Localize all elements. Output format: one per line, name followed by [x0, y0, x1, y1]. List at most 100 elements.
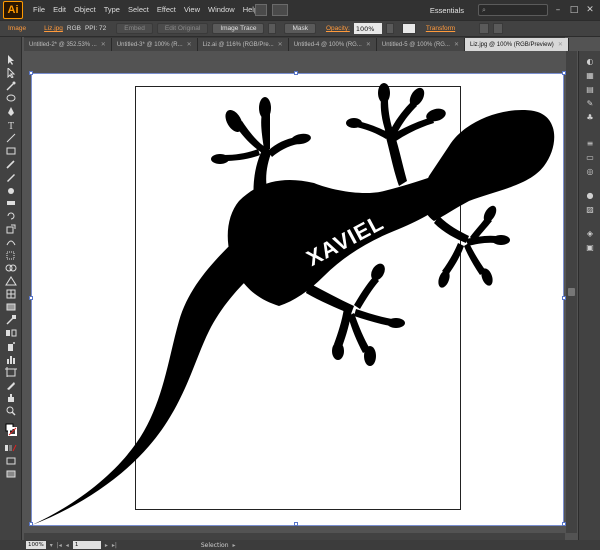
paintbrush-tool-icon[interactable]	[5, 159, 17, 169]
minimize-icon[interactable]: –	[552, 4, 564, 16]
menu-window[interactable]: Window	[204, 0, 239, 20]
search-input[interactable]: ⌕	[478, 4, 548, 16]
stroke-icon[interactable]: ≡	[585, 139, 595, 148]
workspace-switcher[interactable]: Essentials	[420, 6, 474, 15]
free-transform-tool-icon[interactable]	[5, 250, 17, 260]
blob-brush-tool-icon[interactable]	[5, 185, 17, 195]
menu-type[interactable]: Type	[100, 0, 124, 20]
embed-button[interactable]: Embed	[116, 23, 153, 34]
column-graph-tool-icon[interactable]	[5, 354, 17, 364]
blend-tool-icon[interactable]	[5, 328, 17, 338]
gecko-artwork[interactable]: XAVIEL	[24, 51, 565, 533]
close-tab-icon[interactable]: ✕	[101, 41, 106, 48]
graphic-styles-icon[interactable]: ▨	[585, 205, 595, 214]
hand-tool-icon[interactable]	[5, 393, 17, 403]
menu-object[interactable]: Object	[70, 0, 100, 20]
tab-liz-jpg[interactable]: Liz.jpg @ 100% (RGB/Preview) ✕	[465, 38, 569, 51]
pencil-tool-icon[interactable]	[5, 172, 17, 182]
opacity-field[interactable]: 100%	[353, 23, 382, 34]
close-tab-icon[interactable]: ✕	[454, 41, 459, 48]
menu-effect[interactable]: Effect	[153, 0, 180, 20]
style-swatch[interactable]	[401, 23, 416, 34]
maximize-icon[interactable]: □	[568, 4, 580, 16]
image-trace-button[interactable]: Image Trace	[212, 23, 265, 34]
close-tab-icon[interactable]: ✕	[366, 41, 371, 48]
color-panel-icon[interactable]: ◐	[585, 57, 595, 66]
zoom-field[interactable]: 100%	[26, 541, 46, 549]
transform-link[interactable]: Transform	[426, 25, 455, 32]
color-mode-icons[interactable]	[5, 443, 17, 453]
menu-view[interactable]: View	[180, 0, 204, 20]
symbols-icon[interactable]: ♣	[585, 113, 595, 122]
perspective-grid-tool-icon[interactable]	[5, 276, 17, 286]
document-tabs: Untitled-2* @ 352.53% ... ✕ Untitled-3* @…	[24, 37, 569, 51]
color-guide-icon[interactable]: ▦	[585, 71, 595, 80]
shape-builder-tool-icon[interactable]	[5, 263, 17, 273]
opacity-link[interactable]: Opacity:	[326, 25, 350, 32]
menu-file[interactable]: File	[29, 0, 49, 20]
screen-mode-icon[interactable]	[5, 469, 17, 479]
swatches-icon[interactable]: ▤	[585, 85, 595, 94]
slice-tool-icon[interactable]	[5, 380, 17, 390]
opacity-dropdown[interactable]	[385, 23, 394, 34]
mesh-tool-icon[interactable]	[5, 289, 17, 299]
fill-stroke-icon[interactable]	[5, 423, 17, 439]
line-tool-icon[interactable]	[5, 133, 17, 143]
rectangle-tool-icon[interactable]	[5, 146, 17, 156]
pen-tool-icon[interactable]	[5, 107, 17, 117]
vertical-scroll-thumb[interactable]	[568, 288, 575, 296]
selection-tool-icon[interactable]	[5, 55, 17, 65]
tab-liz-ai[interactable]: Liz.ai @ 116% (RGB/Pre... ✕	[197, 38, 289, 51]
tab-label: Liz.jpg @ 100% (RGB/Preview)	[470, 41, 554, 48]
layers-icon[interactable]: ◈	[585, 229, 595, 238]
rotate-tool-icon[interactable]	[5, 211, 17, 221]
edit-original-button[interactable]: Edit Original	[156, 23, 209, 34]
zoom-dropdown-icon[interactable]: ▾	[50, 542, 53, 549]
scale-tool-icon[interactable]	[5, 224, 17, 234]
warp-tool-icon[interactable]	[5, 237, 17, 247]
artboards-icon[interactable]: ▣	[585, 243, 595, 252]
mask-button[interactable]: Mask	[284, 23, 316, 34]
linked-file-link[interactable]: Liz.jpg	[44, 25, 63, 32]
trace-preset-dropdown[interactable]	[268, 23, 277, 34]
tab-untitled-4[interactable]: Untitled-4 @ 100% (RG... ✕	[288, 38, 377, 51]
close-tab-icon[interactable]: ✕	[187, 41, 192, 48]
tab-untitled-5[interactable]: Untitled-5 @ 100% (RG... ✕	[376, 38, 466, 51]
status-menu-icon[interactable]: ▸	[233, 542, 236, 549]
vertical-scrollbar[interactable]	[566, 51, 577, 533]
last-artboard-icon[interactable]: ▸|	[112, 542, 117, 549]
close-tab-icon[interactable]: ✕	[558, 41, 563, 48]
gradient-icon[interactable]: ▭	[585, 153, 595, 162]
align-icon[interactable]	[479, 23, 490, 34]
bridge-icon[interactable]	[255, 4, 267, 16]
brushes-icon[interactable]: ✎	[585, 99, 595, 108]
close-icon[interactable]: ✕	[584, 4, 596, 16]
horizontal-scrollbar[interactable]	[24, 533, 565, 540]
draw-modes-icon[interactable]	[5, 456, 17, 466]
direct-selection-tool-icon[interactable]	[5, 66, 17, 79]
menu-select[interactable]: Select	[124, 0, 153, 20]
zoom-tool-icon[interactable]	[5, 406, 17, 416]
first-artboard-icon[interactable]: |◂	[57, 542, 62, 549]
gradient-tool-icon[interactable]	[5, 302, 17, 312]
eyedropper-tool-icon[interactable]	[5, 315, 17, 325]
artboard-number-field[interactable]: 1	[72, 541, 101, 549]
eraser-tool-icon[interactable]	[5, 198, 17, 208]
close-tab-icon[interactable]: ✕	[278, 41, 283, 48]
appearance-icon[interactable]: ●	[585, 191, 595, 200]
next-artboard-icon[interactable]: ▸	[105, 542, 108, 549]
search-icon: ⌕	[482, 5, 486, 14]
menu-edit[interactable]: Edit	[49, 0, 70, 20]
artboard-tool-icon[interactable]	[5, 367, 17, 377]
magic-wand-tool-icon[interactable]	[5, 81, 17, 91]
panel-menu-icon[interactable]	[493, 23, 504, 34]
type-tool-icon[interactable]: T	[5, 120, 17, 132]
symbol-sprayer-tool-icon[interactable]	[5, 341, 17, 351]
tab-untitled-2[interactable]: Untitled-2* @ 352.53% ... ✕	[24, 38, 112, 51]
transparency-icon[interactable]: ◎	[585, 167, 595, 176]
canvas-area[interactable]: XAVIEL	[24, 51, 566, 533]
previous-artboard-icon[interactable]: ◂	[66, 542, 69, 549]
arrange-documents-icon[interactable]	[272, 4, 288, 16]
lasso-tool-icon[interactable]	[5, 94, 17, 104]
tab-untitled-3[interactable]: Untitled-3* @ 100% (R... ✕	[111, 38, 198, 51]
